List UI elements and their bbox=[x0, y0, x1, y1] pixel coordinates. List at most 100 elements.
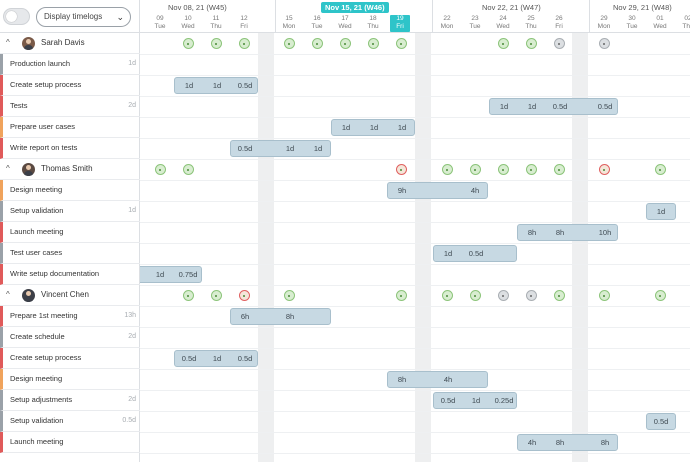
weekend-column bbox=[258, 33, 274, 462]
timelog-dot[interactable] bbox=[395, 38, 407, 49]
timelog-dot-warning[interactable] bbox=[238, 290, 250, 301]
day-header: 16 Tue bbox=[311, 15, 323, 30]
task-row[interactable]: Create setup process bbox=[0, 348, 140, 369]
timelog-dot[interactable] bbox=[182, 38, 194, 49]
timelog-dot[interactable] bbox=[525, 290, 537, 301]
timelog-dot[interactable] bbox=[441, 164, 453, 175]
avatar bbox=[22, 37, 35, 50]
timelog-dot[interactable] bbox=[283, 38, 295, 49]
collapse-caret-icon[interactable]: ^ bbox=[6, 159, 10, 179]
person-row-thomas[interactable]: ^ Thomas Smith bbox=[0, 159, 140, 180]
timelog-dot[interactable] bbox=[525, 38, 537, 49]
bar-label: 0.5d bbox=[237, 81, 253, 90]
timelog-dot[interactable] bbox=[154, 164, 166, 175]
task-bar[interactable]: 9h 4h bbox=[387, 182, 488, 199]
timelog-toggle[interactable] bbox=[3, 8, 30, 25]
task-row[interactable]: Launch meeting bbox=[0, 432, 140, 453]
task-bar[interactable]: 8h 4h bbox=[387, 371, 488, 388]
task-estimate: 13h bbox=[124, 312, 136, 319]
task-row[interactable]: Prepare user cases bbox=[0, 117, 140, 138]
task-row[interactable]: Create setup process bbox=[0, 75, 140, 96]
bar-label: 1d bbox=[369, 123, 379, 132]
person-row-sarah[interactable]: ^ Sarah Davis bbox=[0, 33, 140, 54]
task-bar[interactable]: 4h 8h 8h bbox=[517, 434, 618, 451]
resource-panel: Display timelogs ⌄ ^ Sarah Davis Product… bbox=[0, 0, 140, 462]
person-row-vincent[interactable]: ^ Vincent Chen bbox=[0, 285, 140, 306]
timelog-dot[interactable] bbox=[210, 290, 222, 301]
task-row[interactable]: Design meeting bbox=[0, 180, 140, 201]
timelog-dot[interactable] bbox=[497, 290, 509, 301]
day-header: 09 Tue bbox=[154, 15, 166, 30]
bar-label: 0.5d bbox=[181, 354, 197, 363]
day-header: 24 Wed bbox=[496, 15, 510, 30]
bar-label: 0.5d bbox=[237, 354, 253, 363]
timelog-dot[interactable] bbox=[182, 164, 194, 175]
bar-label: 0.5d bbox=[237, 144, 253, 153]
bar-label: 4h bbox=[527, 438, 537, 447]
timelog-dot[interactable] bbox=[367, 38, 379, 49]
task-bar[interactable]: 6h 8h bbox=[230, 308, 331, 325]
task-row[interactable]: Tests 2d bbox=[0, 96, 140, 117]
timelog-dot[interactable] bbox=[654, 164, 666, 175]
day-header: 01 Wed bbox=[653, 15, 667, 30]
task-bar[interactable]: 1d 0.5d bbox=[433, 245, 517, 262]
timelog-dot-warning[interactable] bbox=[395, 164, 407, 175]
timelog-dot[interactable] bbox=[497, 38, 509, 49]
timelog-dot[interactable] bbox=[553, 38, 565, 49]
task-row[interactable]: Setup adjustments 2d bbox=[0, 390, 140, 411]
timelog-dot[interactable] bbox=[553, 164, 565, 175]
timelog-dot[interactable] bbox=[654, 290, 666, 301]
task-row[interactable]: Write setup documentation bbox=[0, 264, 140, 285]
bar-label: 0.25d bbox=[494, 396, 514, 405]
timelog-dot[interactable] bbox=[525, 164, 537, 175]
task-row[interactable]: Production launch 1d bbox=[0, 54, 140, 75]
timelog-dot[interactable] bbox=[182, 290, 194, 301]
timelog-dot[interactable] bbox=[497, 164, 509, 175]
timelog-dot[interactable] bbox=[395, 290, 407, 301]
timelog-dot[interactable] bbox=[441, 290, 453, 301]
timelog-dot[interactable] bbox=[469, 164, 481, 175]
collapse-caret-icon[interactable]: ^ bbox=[6, 33, 10, 53]
week-label: Nov 22, 21 (W47) bbox=[482, 3, 541, 12]
task-bar[interactable]: 1d 1d 1d bbox=[331, 119, 415, 136]
timelog-dot[interactable] bbox=[311, 38, 323, 49]
task-bar[interactable]: 8h 8h 10h bbox=[517, 224, 618, 241]
day-header: 26 Fri bbox=[555, 15, 563, 30]
day-header: 10 Wed bbox=[181, 15, 195, 30]
task-bar[interactable]: 1d 0.75d bbox=[140, 266, 202, 283]
timelog-dot[interactable] bbox=[238, 38, 250, 49]
task-row[interactable]: Setup validation 1d bbox=[0, 201, 140, 222]
task-row[interactable]: Test user cases bbox=[0, 243, 140, 264]
task-bar[interactable]: 0.5d 1d 1d bbox=[230, 140, 331, 157]
task-row[interactable]: Create schedule 2d bbox=[0, 327, 140, 348]
bar-label: 8h bbox=[285, 312, 295, 321]
task-row[interactable]: Design meeting bbox=[0, 369, 140, 390]
bar-label: 1d bbox=[155, 270, 165, 279]
bar-label: 0.75d bbox=[178, 270, 198, 279]
task-estimate: 2d bbox=[128, 102, 136, 109]
display-select[interactable]: Display timelogs ⌄ bbox=[36, 7, 131, 27]
timelog-dot[interactable] bbox=[283, 290, 295, 301]
task-bar[interactable]: 1d 1d 0.5d bbox=[174, 77, 258, 94]
task-bar[interactable]: 1d 1d 0.5d 0.5d bbox=[489, 98, 618, 115]
task-bar[interactable]: 0.5d 1d 0.25d bbox=[433, 392, 517, 409]
timelog-dot[interactable] bbox=[553, 290, 565, 301]
task-row[interactable]: Prepare 1st meeting 13h bbox=[0, 306, 140, 327]
timelog-dot[interactable] bbox=[339, 38, 351, 49]
timelog-dot[interactable] bbox=[469, 290, 481, 301]
task-row[interactable]: Write report on tests bbox=[0, 138, 140, 159]
timelog-dot[interactable] bbox=[598, 38, 610, 49]
bar-label: 1d bbox=[443, 249, 453, 258]
task-row[interactable]: Setup validation 0.5d bbox=[0, 411, 140, 432]
timelog-dot-warning[interactable] bbox=[598, 164, 610, 175]
timelog-dot[interactable] bbox=[598, 290, 610, 301]
task-row[interactable]: Launch meeting bbox=[0, 222, 140, 243]
timelog-dot[interactable] bbox=[210, 38, 222, 49]
task-bar[interactable]: 1d bbox=[646, 203, 676, 220]
bar-label: 0.5d bbox=[552, 102, 568, 111]
task-bar[interactable]: 0.5d 1d 0.5d bbox=[174, 350, 258, 367]
week-label: Nov 29, 21 (W48) bbox=[613, 3, 672, 12]
task-bar[interactable]: 0.5d bbox=[646, 413, 676, 430]
task-name: Create setup process bbox=[10, 353, 82, 362]
collapse-caret-icon[interactable]: ^ bbox=[6, 285, 10, 305]
